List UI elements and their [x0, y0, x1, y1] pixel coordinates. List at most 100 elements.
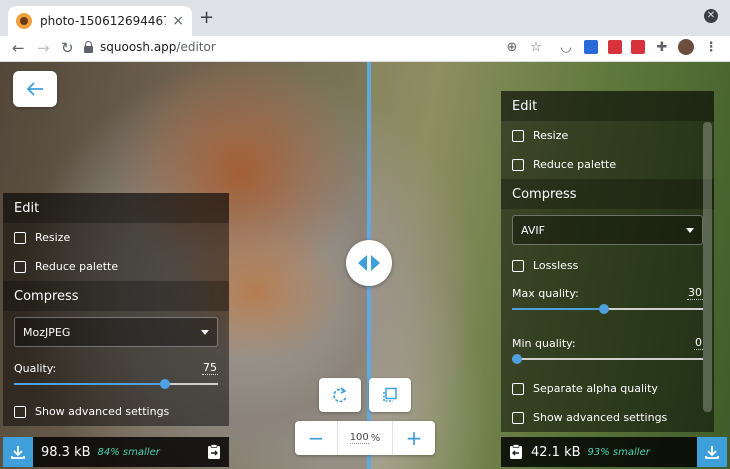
right-min-quality-track[interactable] [512, 350, 703, 368]
copy-to-other-side-icon[interactable] [207, 444, 221, 460]
copy-to-other-side-icon[interactable] [509, 444, 523, 460]
left-codec-select[interactable]: MozJPEG [14, 317, 218, 347]
slider-thumb[interactable] [512, 354, 522, 364]
left-advanced-option[interactable]: Show advanced settings [3, 397, 229, 426]
new-tab-button[interactable]: + [199, 9, 214, 27]
slider-track-line [512, 358, 703, 360]
zoom-controls: − 100% + [295, 421, 435, 455]
reload-icon[interactable]: ↻ [61, 38, 74, 58]
right-min-quality-slider[interactable]: Min quality: 0 [501, 330, 714, 368]
dropdown-arrow-icon [686, 227, 694, 233]
url-path: /editor [176, 40, 216, 54]
left-compress-heading: Compress [3, 281, 229, 311]
menu-kebab-icon[interactable]: ⋮ [704, 40, 718, 54]
zoom-level[interactable]: 100% [337, 421, 393, 455]
right-savings: 93% smaller [587, 446, 650, 458]
right-max-quality-track[interactable] [512, 300, 703, 318]
extension-badge-icon[interactable] [608, 40, 622, 54]
right-min-quality-label: Min quality: [512, 337, 576, 350]
split-arrows-icon [358, 255, 380, 271]
right-separate-alpha-label: Separate alpha quality [533, 382, 658, 395]
zoom-out-button[interactable]: − [295, 421, 337, 455]
right-lossless-label: Lossless [533, 259, 579, 272]
checkbox[interactable] [512, 411, 524, 424]
address-bar[interactable]: squoosh.app/editor [84, 36, 216, 58]
checkbox[interactable] [512, 158, 524, 171]
checkbox[interactable] [512, 129, 524, 142]
right-codec-select[interactable]: AVIF [512, 215, 703, 245]
left-file-size: 98.3 kB [41, 444, 91, 460]
right-footer: 42.1 kB 93% smaller [501, 437, 727, 467]
url-text: squoosh.app/editor [100, 40, 216, 54]
right-min-quality-value[interactable]: 0 [694, 336, 703, 350]
checkbox[interactable] [14, 260, 26, 273]
editor-viewport[interactable]: Edit Resize Reduce palette Compress MozJ… [0, 62, 730, 469]
left-resize-option[interactable]: Resize [3, 223, 229, 252]
right-resize-option[interactable]: Resize [501, 121, 714, 150]
right-reduce-palette-option[interactable]: Reduce palette [501, 150, 714, 179]
left-reduce-palette-option[interactable]: Reduce palette [3, 252, 229, 281]
right-reduce-palette-label: Reduce palette [533, 158, 617, 171]
right-max-quality-value[interactable]: 30 [687, 286, 703, 300]
checkbox[interactable] [512, 259, 524, 272]
left-resize-label: Resize [35, 231, 71, 244]
back-arrow-icon [26, 82, 43, 96]
slider-thumb[interactable] [598, 304, 609, 314]
left-quality-slider[interactable]: Quality: 75 [3, 355, 229, 393]
back-button[interactable] [13, 71, 57, 107]
right-advanced-option[interactable]: Show advanced settings [501, 403, 714, 432]
forward-arrow-icon[interactable]: → [37, 38, 50, 58]
back-arrow-icon[interactable]: ← [12, 38, 25, 58]
right-separate-alpha-option[interactable]: Separate alpha quality [501, 374, 714, 403]
window-close-icon[interactable]: ✕ [704, 9, 718, 23]
background-toggle-button[interactable] [369, 378, 411, 412]
left-advanced-label: Show advanced settings [35, 405, 170, 418]
rotate-button[interactable] [319, 378, 361, 412]
right-lossless-option[interactable]: Lossless [501, 251, 714, 280]
slider-thumb[interactable] [159, 379, 170, 389]
right-compress-heading: Compress [501, 179, 714, 209]
left-footer: 98.3 kB 84% smaller [3, 437, 229, 467]
download-icon [11, 446, 25, 459]
zoom-in-button[interactable]: + [393, 421, 435, 455]
dropdown-arrow-icon [201, 329, 209, 335]
checkbox[interactable] [14, 231, 26, 244]
right-resize-label: Resize [533, 129, 569, 142]
right-download-button[interactable] [697, 437, 727, 467]
extensions-puzzle-icon[interactable]: ✚ [655, 40, 669, 54]
right-file-size: 42.1 kB [531, 444, 581, 460]
right-max-quality-label: Max quality: [512, 287, 579, 300]
right-options-panel: Edit Resize Reduce palette Compress AVIF… [501, 91, 714, 432]
rotate-icon [333, 387, 347, 403]
left-quality-value[interactable]: 75 [202, 361, 218, 375]
right-max-quality-slider[interactable]: Max quality: 30 [501, 280, 714, 318]
zoom-value[interactable]: 100 [349, 432, 369, 444]
right-codec-value: AVIF [521, 223, 545, 237]
left-codec-value: MozJPEG [23, 325, 71, 339]
url-host: squoosh.app [100, 40, 177, 54]
profile-avatar-icon[interactable] [678, 39, 694, 55]
left-quality-label: Quality: [14, 362, 57, 375]
add-shortcut-icon[interactable]: ⊕ [505, 40, 519, 54]
extension-icon[interactable] [584, 40, 598, 54]
panel-scrollbar[interactable] [703, 122, 712, 412]
bookmark-star-icon[interactable]: ☆ [529, 40, 543, 54]
left-quality-track[interactable] [14, 375, 218, 393]
slider-fill [512, 308, 604, 310]
tab-close-icon[interactable]: × [172, 14, 184, 28]
browser-toolbar: ← → ↻ squoosh.app/editor ⊕ ☆ ◡ ✚ ⋮ [0, 36, 730, 62]
left-options-panel: Edit Resize Reduce palette Compress MozJ… [3, 193, 229, 426]
right-advanced-label: Show advanced settings [533, 411, 668, 424]
background-toggle-icon [383, 387, 397, 402]
slider-fill [14, 383, 167, 385]
download-icon [705, 446, 719, 459]
checkbox[interactable] [14, 405, 26, 418]
left-download-button[interactable] [3, 437, 33, 467]
checkbox[interactable] [512, 382, 524, 395]
split-handle[interactable] [346, 240, 392, 286]
lock-icon [84, 40, 93, 53]
left-savings: 84% smaller [97, 446, 160, 458]
browser-tab[interactable]: photo-1506126944674-00 × [8, 6, 192, 36]
pocket-icon[interactable]: ◡ [559, 40, 573, 54]
extension-red-icon[interactable] [631, 40, 645, 54]
